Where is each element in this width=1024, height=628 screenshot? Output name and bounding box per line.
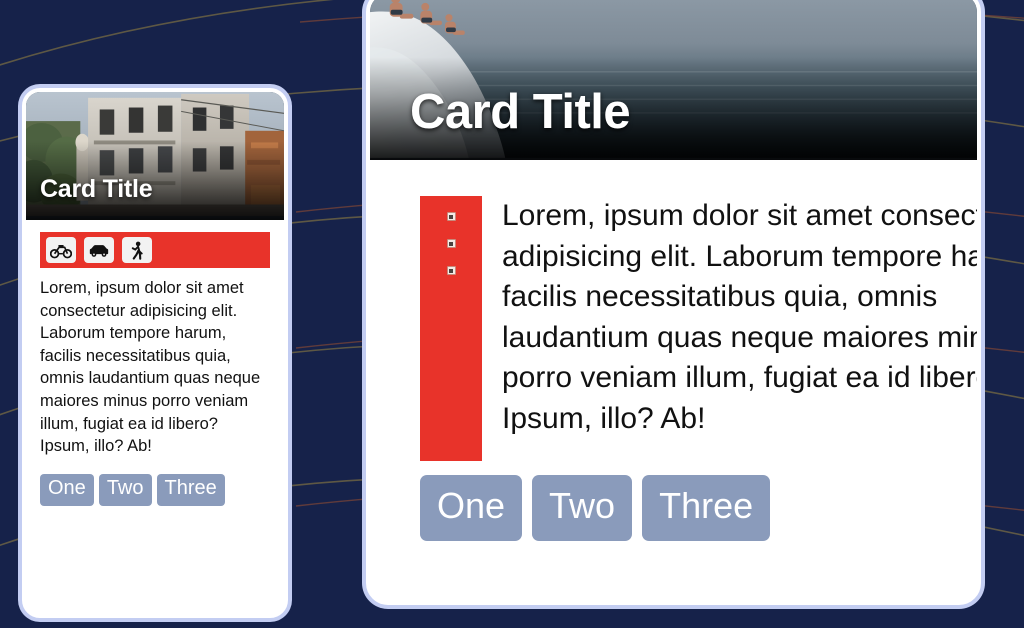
desktop-card[interactable]: Card Title Lorem, ipsum dolor sit amet c… (366, 0, 981, 605)
card-content-row: Lorem, ipsum dolor sit amet consectetur … (370, 196, 977, 461)
placeholder-glyph (449, 241, 453, 246)
button-one[interactable]: One (40, 473, 94, 506)
card-media-desktop: Card Title (370, 0, 977, 160)
screen: Card Title Lorem, ipsum dolor sit amet c… (0, 0, 1024, 628)
card-media-mobile: Card Title (26, 92, 284, 220)
walking-person-glyph (131, 241, 143, 260)
bicycle-icon[interactable] (46, 237, 76, 263)
button-three[interactable]: Three (642, 475, 771, 541)
card-title: Card Title (40, 175, 153, 203)
placeholder-glyph (449, 214, 453, 219)
walking-person-icon[interactable] (122, 237, 152, 263)
button-two[interactable]: Two (532, 475, 633, 541)
broken-image-placeholder-icon[interactable] (446, 239, 456, 248)
card-actions-desktop: One Two Three (370, 475, 977, 541)
card-body-mobile: Lorem, ipsum dolor sit amet consectetur … (26, 220, 284, 516)
card-description: Lorem, ipsum dolor sit amet consectetur … (40, 279, 261, 456)
button-three[interactable]: Three (156, 473, 225, 506)
transport-icon-bar (40, 232, 270, 268)
broken-image-placeholder-icon[interactable] (446, 266, 456, 275)
transport-icon-bar (420, 196, 482, 461)
button-two[interactable]: Two (98, 473, 152, 506)
card-title: Card Title (410, 85, 631, 139)
car-glyph (89, 244, 109, 257)
button-one[interactable]: One (420, 475, 523, 541)
card-actions-mobile: One Two Three (40, 473, 270, 506)
placeholder-glyph (449, 268, 453, 273)
bicycle-glyph (50, 244, 72, 258)
broken-image-placeholder-icon[interactable] (446, 212, 456, 221)
car-icon[interactable] (84, 237, 114, 263)
card-body-desktop: Lorem, ipsum dolor sit amet consectetur … (370, 160, 977, 541)
mobile-card[interactable]: Card Title Lorem, ipsum dolor sit amet c… (22, 88, 288, 618)
card-description: Lorem, ipsum dolor sit amet consectetur … (502, 199, 977, 435)
